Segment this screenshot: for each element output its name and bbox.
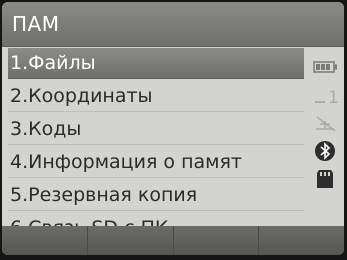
- softkey-f1[interactable]: [2, 226, 88, 255]
- menu-item-codes[interactable]: 3.Коды: [8, 114, 304, 145]
- tilt-off-icon: [312, 112, 340, 134]
- menu-list: 1.Файлы 2.Координаты 3.Коды 4.Информация…: [8, 48, 304, 246]
- signal-level-icon: 1: [312, 84, 340, 106]
- bluetooth-icon: [312, 140, 340, 162]
- battery-icon: [312, 56, 340, 78]
- signal-level-value: 1: [328, 88, 339, 106]
- menu-item-memory-info[interactable]: 4.Информация о памят: [8, 147, 304, 178]
- title-bar: ПАМ: [2, 2, 344, 47]
- softkey-f3[interactable]: [173, 226, 260, 255]
- softkey-f4[interactable]: [259, 226, 344, 255]
- sd-card-icon: [312, 168, 340, 190]
- status-icon-column: 1: [308, 50, 342, 200]
- device-frame: ПАМ 1.Файлы 2.Координаты 3.Коды 4.Информ…: [0, 0, 347, 260]
- softkey-f2[interactable]: [87, 226, 174, 255]
- menu-item-coordinates[interactable]: 2.Координаты: [8, 81, 304, 112]
- menu-item-backup[interactable]: 5.Резервная копия: [8, 180, 304, 211]
- softkey-bar: [2, 226, 344, 255]
- screen-title: ПАМ: [12, 12, 60, 36]
- screen: ПАМ 1.Файлы 2.Координаты 3.Коды 4.Информ…: [2, 2, 344, 255]
- menu-item-files[interactable]: 1.Файлы: [8, 48, 304, 79]
